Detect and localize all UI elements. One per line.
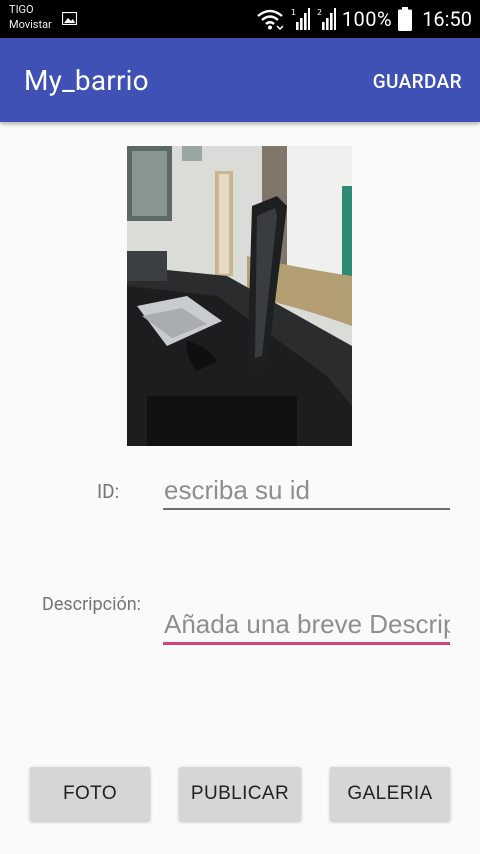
description-input[interactable] (164, 606, 450, 642)
description-input-underline (163, 642, 450, 645)
id-label: ID: (97, 480, 120, 503)
app-title: My_barrio (24, 64, 149, 97)
id-input-underline (163, 508, 450, 510)
app-bar: My_barrio GUARDAR (0, 38, 480, 122)
foto-button[interactable]: FOTO (30, 767, 150, 821)
wifi-icon (256, 8, 284, 30)
publicar-button[interactable]: PUBLICAR (179, 767, 301, 821)
photo-preview (127, 146, 352, 446)
carrier-line-2: Movistar (9, 18, 52, 31)
image-icon (62, 12, 77, 25)
battery-icon (398, 7, 413, 31)
galeria-button[interactable]: GALERIA (330, 767, 450, 821)
signal-sim2-icon: 2 (316, 7, 336, 31)
svg-text:1: 1 (291, 8, 296, 17)
clock: 16:50 (422, 7, 472, 31)
svg-text:2: 2 (317, 8, 322, 17)
battery-percent: 100% (341, 7, 393, 31)
carrier-line-1: TIGO (9, 3, 34, 16)
id-input[interactable] (164, 472, 450, 508)
description-label: Descripción: (42, 594, 142, 615)
signal-sim1-icon: 1 (290, 7, 310, 31)
save-button[interactable]: GUARDAR (373, 70, 462, 93)
status-bar: TIGO Movistar 1 2 100% 16:50 (0, 0, 480, 38)
carrier-info: TIGO Movistar (9, 2, 52, 32)
